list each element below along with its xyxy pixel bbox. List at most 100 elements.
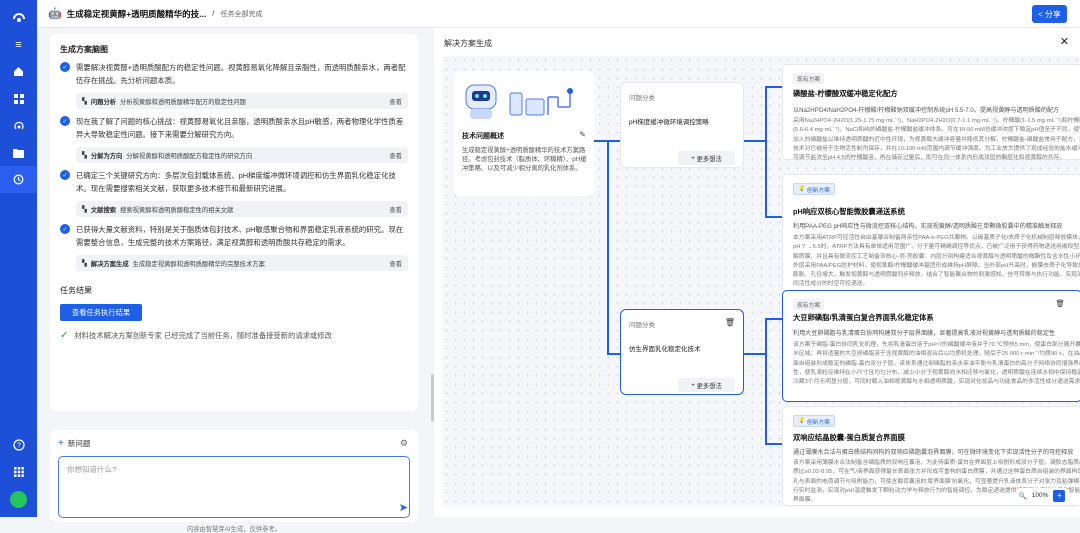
connector <box>765 318 782 320</box>
zoom-control: 🔍 100% + <box>1016 488 1068 503</box>
bulb-icon: 💡 <box>798 418 807 424</box>
step-text: 现在我了解了问题的核心挑战：视黄醇易氧化且亲脂，透明质酸亲水且pH敏感，两者物理… <box>76 117 404 139</box>
more-ideas-label: 更多想法 <box>696 155 722 163</box>
plan-step: ✓ 已获得大量文献资料，特别是关于脂质体包封技术、pH敏感聚合物和界面稳定乳液系统… <box>60 223 408 249</box>
bot-icon: 🤖 <box>48 8 62 20</box>
panel-title: 解决方案生成 <box>444 39 492 48</box>
plan-step: ✓ 已确定三个关键研究方向：多层次包封载体系统、pH梯度缓冲微环境调控和仿生界面乳… <box>60 169 408 195</box>
tool-icon: ▚ <box>82 97 87 105</box>
view-link[interactable]: 查看 <box>389 151 402 160</box>
solution-node[interactable]: 现有方案 磷酸盐-柠檬酸双缓冲稳定化配方 以Na2HPO4/NaH2PO4-柠檬… <box>782 64 1080 161</box>
expand-sidebar-icon[interactable]: ≡ <box>0 31 37 58</box>
tool-call-row[interactable]: ▚ 分解为方向 分解视黄醇和透明质酸配方稳定性的研究方向 查看 <box>76 147 408 163</box>
zoom-in-button[interactable]: + <box>1053 489 1066 502</box>
history-icon[interactable] <box>0 166 37 193</box>
root-node[interactable]: 技术问题概述 ✎ 生成稳定视黄醇+透明质酸精华的技术方案路径。考虑包封技术（脂质… <box>454 71 594 196</box>
step-text: 已获得大量文献资料，特别是关于脂质体包封技术、pH敏感聚合物和界面稳定乳液系统的… <box>76 225 404 247</box>
tool-desc: 分解视黄醇和透明质酸配方稳定性的研究方向 <box>126 152 253 160</box>
send-icon[interactable]: ➤ <box>399 501 408 514</box>
step-text: 已确定三个关键研究方向：多层次包封载体系统、pH梯度缓冲微环境调控和仿生界面乳化… <box>76 171 396 193</box>
settings-gear-icon[interactable]: ⚙ <box>400 438 408 449</box>
check-circle-icon: ✓ <box>60 116 70 126</box>
view-link[interactable]: 查看 <box>389 205 402 214</box>
trash-icon[interactable]: 🗑 <box>1055 299 1065 308</box>
close-icon[interactable]: ✕ <box>1060 35 1069 48</box>
more-ideas-button[interactable]: + 更多想法 <box>678 151 735 165</box>
completion-text: 材料技术解决方案创新专家 已经完成了当前任务，随时准备接受新的请求或修改 <box>74 330 332 340</box>
completion-message: ✓ 材料技术解决方案创新专家 已经完成了当前任务，随时准备接受新的请求或修改 <box>60 330 408 341</box>
branch-text: pH梯度缓冲微环境调控策略 <box>629 119 709 126</box>
tool-icon: ▚ <box>82 205 87 213</box>
tool-icon: ▚ <box>82 151 87 159</box>
plan-step: ✓ 现在我了解了问题的核心挑战：视黄醇易氧化且亲脂，透明质酸亲水且pH敏感，两者物… <box>60 115 408 141</box>
edit-pencil-icon[interactable]: ✎ <box>579 130 586 139</box>
solution-detail: 本方案采用ATRP可控活性自由基聚合制备两亲性PAA-b-PEG共聚物。以碳基质… <box>793 235 1080 288</box>
folder-icon[interactable] <box>0 139 37 166</box>
branch-node[interactable]: 问题分类 pH梯度缓冲微环境调控策略 + 更多想法 <box>620 82 744 168</box>
solution-node[interactable]: 💡 创新方案 pH响应双核心智能微胶囊递送系统 利用PAA-PEG pH响应性与… <box>782 174 1080 302</box>
mindmap-canvas[interactable]: 技术问题概述 ✎ 生成稳定视黄醇+透明质酸精华的技术方案路径。考虑包封技术（脂质… <box>442 56 1080 507</box>
more-ideas-button[interactable]: + 更多想法 <box>678 378 735 392</box>
tool-call-row[interactable]: ▚ 文献搜索 搜索视黄醇和透明质酸稳定性的相关文献 查看 <box>76 201 408 217</box>
trash-icon[interactable]: 🗑 <box>725 318 735 327</box>
root-title: 技术问题概述 <box>462 133 504 140</box>
tool-name: 文献搜索 <box>90 206 117 214</box>
app-logo-icon[interactable] <box>0 4 37 31</box>
connector <box>765 318 767 443</box>
app-sidebar: ≡ ? <box>0 0 37 517</box>
bulb-icon: 💡 <box>798 186 807 192</box>
root-desc: 生成稳定视黄醇+透明质酸精华的技术方案路径。考虑包封技术（脂质体、环糊精）、pH… <box>462 147 587 172</box>
zoom-search-icon[interactable]: 🔍 <box>1019 492 1027 500</box>
zoom-level: 100% <box>1031 492 1049 499</box>
branch-node[interactable]: 问题分类 🗑 仿生界面乳化稳定化技术 + 更多想法 <box>620 309 744 395</box>
connector <box>607 353 620 355</box>
solution-summary: 利用大豆卵磷脂与乳清蛋白协同构建双分子层界面膜，显著提高乳液对视黄醇与透明质酸的… <box>793 330 1056 337</box>
apps-grid-icon[interactable] <box>0 85 37 112</box>
tool-name: 解决方案生成 <box>90 260 129 268</box>
task-status: 任务全部完成 <box>220 10 263 18</box>
home-icon[interactable] <box>0 58 37 85</box>
solution-summary: 以Na2HPO4/NaH2PO4-柠檬酸/柠檬酸钠双缓冲控制系统pH 5.5-7… <box>793 107 1060 114</box>
new-question-button[interactable]: + 新问题 <box>58 438 90 449</box>
tool-icon: ▚ <box>82 259 87 267</box>
solution-title: 双响应结晶胶囊-蛋白质复合界面膜 <box>793 433 905 442</box>
tool-call-row[interactable]: ▚ 问题分析 分析视黄醇和透明质酸精华配方的稳定性问题 查看 <box>76 93 408 109</box>
tool-desc: 分析视黄醇和透明质酸精华配方的稳定性问题 <box>120 98 246 106</box>
solution-summary: 通过薄膜水合法与蛋白质结构间构的双响应磷脂囊泡界面膜，可在微环境变化下实现活性分… <box>793 449 1074 456</box>
share-label: 分享 <box>1044 9 1061 19</box>
tool-call-row[interactable]: ▚ 解决方案生成 生成稳定视黄醇和透明质酸精华的完整技术方案 查看 <box>76 255 408 271</box>
question-input[interactable]: 你想知道什么? <box>58 456 410 518</box>
top-bar: 🤖 生成稳定视黄醇+透明质酸精华的技... / 任务全部完成 < 分享 <box>37 0 1080 28</box>
connector <box>765 86 767 216</box>
solution-title: 磷酸盐-柠檬酸双缓冲稳定化配方 <box>793 89 898 98</box>
tool-desc: 搜索视黄醇和透明质酸稳定性的相关文献 <box>120 206 234 214</box>
check-circle-icon: ✓ <box>60 224 70 234</box>
share-button[interactable]: < 分享 <box>1032 5 1067 23</box>
branch-category: 问题分类 <box>629 95 655 102</box>
view-link[interactable]: 查看 <box>389 259 402 268</box>
robot-lab-illustration <box>465 84 573 119</box>
plus-icon: + <box>58 438 64 449</box>
question-card: + 新问题 ⚙ 你想知道什么? ➤ <box>50 430 418 522</box>
help-icon[interactable]: ? <box>0 431 37 458</box>
more-ideas-label: 更多想法 <box>696 382 722 390</box>
view-result-button[interactable]: 查看任务执行结果 <box>60 304 142 321</box>
check-circle-icon: ✓ <box>60 62 70 72</box>
connector <box>607 140 609 354</box>
checkmark-icon: ✓ <box>60 330 69 341</box>
chat-column: 生成方案脑图 ✓ 需要解决视黄醇+透明质酸配方的稳定性问题。视黄醇易氧化降解且亲脂… <box>50 28 434 533</box>
plan-card: 生成方案脑图 ✓ 需要解决视黄醇+透明质酸配方的稳定性问题。视黄醇易氧化降解且亲脂… <box>50 34 418 411</box>
solution-tag: 💡 创新方案 <box>793 415 836 427</box>
connector <box>765 216 782 218</box>
solution-title: pH响应双核心智能微胶囊递送系统 <box>793 207 905 216</box>
apps-menu-icon[interactable] <box>0 458 37 485</box>
solution-tag: 现有方案 <box>793 73 825 84</box>
tool-desc: 生成稳定视黄醇和透明质酸精华的完整技术方案 <box>132 260 265 268</box>
user-avatar[interactable] <box>10 491 27 508</box>
connector <box>765 443 782 445</box>
view-link[interactable]: 查看 <box>389 97 402 106</box>
solution-tag-label: 创新方案 <box>806 187 831 194</box>
broadcast-icon[interactable] <box>0 112 37 139</box>
solution-node[interactable]: 现有方案 🗑 大豆卵磷脂/乳清蛋白复合界面乳化稳定体系 利用大豆卵磷脂与乳清蛋白… <box>782 290 1080 402</box>
solution-detail: 采用Na2HPO4·2H2O(1.25-1.75 mg·mL⁻¹)、NaH2PO… <box>793 118 1080 161</box>
